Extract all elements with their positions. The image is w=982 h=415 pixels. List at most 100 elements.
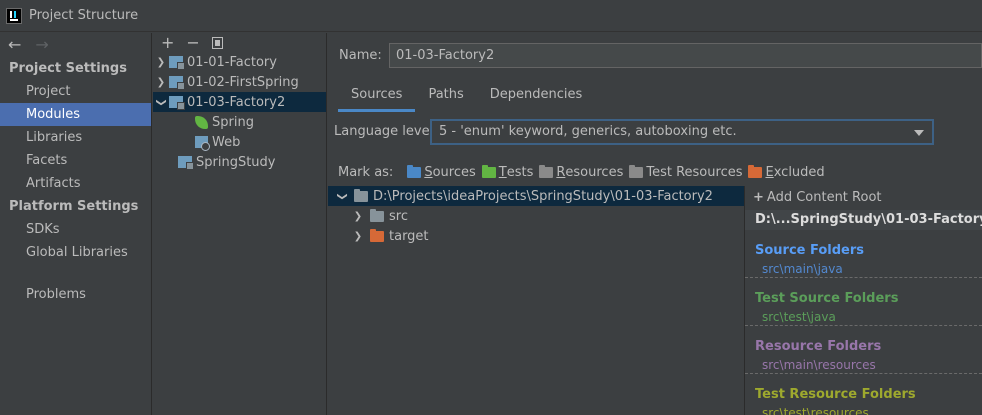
mark-excluded-mnemonic: E — [765, 165, 774, 180]
folder-icon — [370, 208, 384, 222]
chevron-right-icon[interactable]: ❯ — [153, 77, 169, 88]
chevron-right-icon[interactable]: ❯ — [350, 231, 366, 242]
dropdown-caret-icon — [914, 130, 924, 136]
mark-tests-label: ests — [506, 165, 534, 180]
content-root-tree: ❯ D:\Projects\ideaProjects\SpringStudy\0… — [328, 186, 744, 415]
mark-excluded-label: xcluded — [773, 165, 825, 180]
mark-resources-button[interactable]: Resources — [539, 165, 623, 180]
resource-folder-path[interactable]: src\main\resources — [745, 356, 982, 374]
module-label: 01-03-Factory2 — [187, 94, 286, 110]
nav-item-sdks[interactable]: SDKs — [0, 218, 151, 241]
nav-item-problems[interactable]: Problems — [0, 283, 151, 306]
facet-row-spring[interactable]: Spring — [153, 112, 326, 132]
mark-tests-button[interactable]: Tests — [481, 165, 534, 180]
source-folder-icon — [407, 165, 422, 178]
platform-settings-heading: Platform Settings — [9, 199, 139, 214]
add-content-root-button[interactable]: + Add Content Root — [745, 186, 982, 210]
module-row-01-02[interactable]: ❯ 01-02-FirstSpring — [153, 72, 326, 92]
back-arrow-icon[interactable]: ← — [8, 37, 21, 53]
nav-arrows: ← → — [0, 33, 151, 57]
project-settings-heading: Project Settings — [9, 61, 127, 76]
forward-arrow-icon[interactable]: → — [35, 37, 48, 53]
content-root-header: D:\...SpringStudy\01-03-Factory2 — [745, 210, 982, 230]
nav-item-global-libraries[interactable]: Global Libraries — [0, 241, 151, 264]
mark-sources-button[interactable]: Sources — [407, 165, 476, 180]
language-level-select[interactable]: 5 - 'enum' keyword, generics, autoboxing… — [430, 119, 934, 145]
nav-gap — [0, 264, 151, 283]
module-label: 01-02-FirstSpring — [187, 74, 299, 90]
mark-as-label: Mark as: — [338, 165, 394, 180]
test-resource-folders-heading: Test Resource Folders — [755, 387, 916, 402]
spring-leaf-icon — [195, 115, 208, 129]
resource-folders-heading: Resource Folders — [755, 339, 882, 354]
source-folder-path[interactable]: src\main\java — [745, 260, 982, 278]
test-folder-icon — [481, 165, 496, 178]
tab-dependencies[interactable]: Dependencies — [477, 85, 596, 112]
nav-item-artifacts[interactable]: Artifacts — [0, 172, 151, 195]
content-root-panel: + Add Content Root D:\...SpringStudy\01-0… — [744, 186, 982, 415]
plus-icon: + — [753, 190, 764, 205]
copy-icon[interactable] — [211, 36, 223, 49]
tab-sources[interactable]: Sources — [338, 85, 416, 112]
nav-item-facets[interactable]: Facets — [0, 149, 151, 172]
modules-panel: + − ❯ 01-01-Factory ❯ 01-02-FirstSpring … — [153, 33, 327, 415]
mark-excluded-button[interactable]: Excluded — [748, 165, 825, 180]
chevron-down-icon[interactable]: ❯ — [337, 188, 348, 204]
test-source-folders-heading: Test Source Folders — [755, 291, 899, 306]
details-tabs: Sources Paths Dependencies — [338, 85, 595, 112]
module-icon — [169, 76, 185, 90]
module-label: SpringStudy — [196, 154, 276, 170]
chevron-right-icon[interactable]: ❯ — [350, 211, 366, 222]
test-resource-folder-icon — [629, 165, 644, 178]
tab-paths[interactable]: Paths — [415, 85, 476, 112]
folder-icon — [354, 188, 368, 202]
module-details: Name: 01-03-Factory2 Sources Paths Depen… — [328, 33, 982, 415]
mark-sources-label: ources — [432, 165, 476, 180]
facet-row-web[interactable]: Web — [153, 132, 326, 152]
module-icon — [178, 156, 194, 170]
module-row-springstudy[interactable]: SpringStudy — [153, 152, 326, 172]
folder-label: target — [389, 228, 429, 244]
language-level-label: Language level: — [334, 124, 438, 139]
test-resource-folder-path[interactable]: src\test\resources — [745, 404, 982, 415]
nav-item-libraries[interactable]: Libraries — [0, 126, 151, 149]
excluded-folder-icon — [748, 165, 763, 178]
content-root-row[interactable]: ❯ D:\Projects\ideaProjects\SpringStudy\0… — [328, 186, 744, 206]
name-field[interactable]: 01-03-Factory2 — [389, 43, 982, 68]
intellij-logo-icon — [6, 8, 22, 24]
title-bar: Project Structure — [0, 0, 982, 32]
module-label: 01-01-Factory — [187, 54, 277, 70]
nav-item-project[interactable]: Project — [0, 80, 151, 103]
mark-test-resources-button[interactable]: Test Resources — [629, 165, 742, 180]
add-content-root-label: Add Content Root — [766, 190, 882, 205]
content-root-path: D:\Projects\ideaProjects\SpringStudy\01-… — [373, 188, 713, 204]
mark-as-bar: Mark as: Sources Tests Resources Test Re… — [338, 165, 831, 180]
mark-test-resources-label: Test Resources — [646, 165, 743, 180]
web-facet-icon — [195, 136, 210, 151]
mark-resources-mnemonic: R — [556, 165, 566, 180]
source-folders-heading: Source Folders — [755, 243, 865, 258]
module-row-01-01[interactable]: ❯ 01-01-Factory — [153, 52, 326, 72]
excluded-folder-icon — [370, 228, 384, 242]
facet-label: Web — [212, 134, 241, 150]
facet-label: Spring — [212, 114, 254, 130]
settings-nav: ← → Project Settings Project Modules Lib… — [0, 33, 152, 415]
nav-item-modules[interactable]: Modules — [0, 103, 151, 126]
folder-row-src[interactable]: ❯ src — [328, 206, 744, 226]
module-row-01-03[interactable]: ❯ 01-03-Factory2 — [153, 92, 326, 112]
module-icon — [169, 56, 185, 70]
test-source-folder-path[interactable]: src\test\java — [745, 308, 982, 326]
language-level-value: 5 - 'enum' keyword, generics, autoboxing… — [439, 124, 737, 139]
add-icon[interactable]: + — [161, 33, 174, 52]
module-icon — [169, 96, 185, 110]
resource-folder-icon — [539, 165, 554, 178]
modules-toolbar: + − — [153, 33, 326, 52]
mark-tests-mnemonic: T — [498, 165, 507, 180]
window-title: Project Structure — [29, 8, 139, 23]
chevron-down-icon[interactable]: ❯ — [156, 94, 167, 110]
remove-icon[interactable]: − — [186, 33, 199, 52]
name-label: Name: — [339, 48, 382, 63]
chevron-right-icon[interactable]: ❯ — [153, 57, 169, 68]
folder-row-target[interactable]: ❯ target — [328, 226, 744, 246]
folder-label: src — [389, 208, 408, 224]
